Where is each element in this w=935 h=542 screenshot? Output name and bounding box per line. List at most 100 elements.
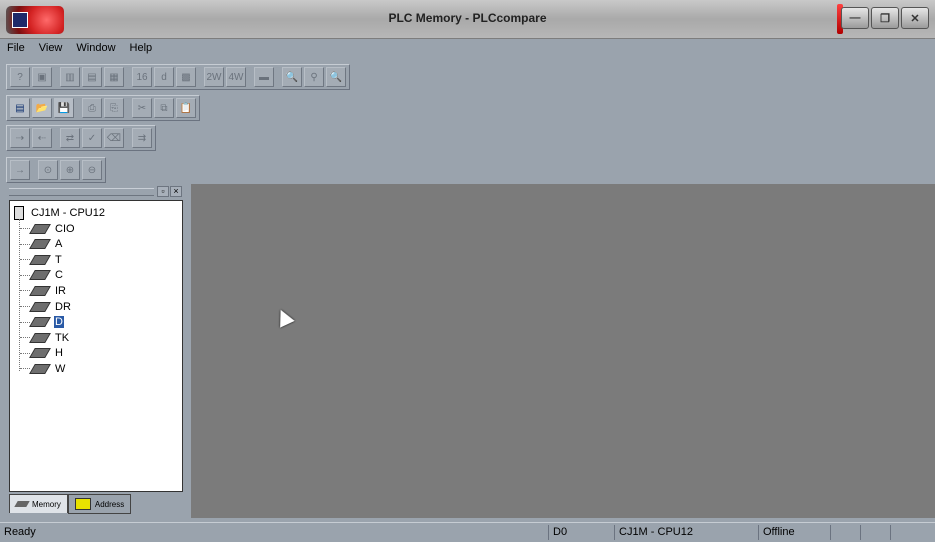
menu-file[interactable]: File <box>0 39 32 59</box>
dec-button[interactable]: d <box>154 67 174 87</box>
panel-header[interactable]: ▫ × <box>5 184 187 198</box>
preview-icon: ⎘ <box>110 102 118 114</box>
plc-button[interactable]: ▣ <box>32 67 52 87</box>
memory-chip-icon <box>29 332 51 343</box>
4w-button[interactable]: 4W <box>226 67 246 87</box>
memory-tree[interactable]: CJ1M - CPU12 CIO A T C IR DR D TK H W <box>9 200 183 492</box>
memory-chip-icon <box>29 223 51 234</box>
word-button[interactable]: ▦ <box>104 67 124 87</box>
project-panel: ▫ × CJ1M - CPU12 CIO A T C IR DR D TK H W Memory … <box>5 184 187 518</box>
zoom-in-button[interactable]: 🔍 <box>282 67 302 87</box>
mdi-workspace[interactable] <box>191 184 935 518</box>
save-button[interactable]: 💾 <box>54 98 74 118</box>
tab-memory[interactable]: Memory <box>9 494 68 513</box>
copy-button[interactable]: ⧉ <box>154 98 174 118</box>
tree-item-label: DR <box>55 300 71 313</box>
hex-icon: ▩ <box>181 71 191 83</box>
force-reset-button[interactable]: ⊖ <box>82 160 102 180</box>
close-button[interactable]: ✕ <box>901 7 929 29</box>
status-area: D0 <box>548 525 613 540</box>
tree-item-cio[interactable]: CIO <box>29 221 76 236</box>
menu-view[interactable]: View <box>32 39 70 59</box>
tree-item-w[interactable]: W <box>29 361 66 376</box>
go-online-icon: → <box>15 164 25 176</box>
2w-button[interactable]: 2W <box>204 67 224 87</box>
hex-button[interactable]: ▩ <box>176 67 196 87</box>
cut-button[interactable]: ✂ <box>132 98 152 118</box>
ch-icon: ▥ <box>65 71 75 83</box>
copy-icon: ⧉ <box>160 102 168 114</box>
force-set-button[interactable]: ⊕ <box>60 160 80 180</box>
fill-icon: ▬ <box>259 71 269 83</box>
new-project-icon: ▤ <box>15 102 25 114</box>
tab-memory-label: Memory <box>32 499 61 509</box>
force-reset-icon: ⊖ <box>87 164 97 176</box>
tree-item-label: C <box>55 269 63 282</box>
bit-button[interactable]: ▤ <box>82 67 102 87</box>
memory-chip-icon <box>29 285 51 296</box>
status-device: CJ1M - CPU12 <box>614 525 757 540</box>
transfer-from-plc-button[interactable]: ⇠ <box>32 128 52 148</box>
tree-item-d[interactable]: D <box>29 315 64 330</box>
online-button[interactable]: ⇉ <box>132 128 152 148</box>
compare-icon: ⚲ <box>310 71 318 83</box>
panel-close-button[interactable]: × <box>170 186 182 197</box>
memory-chip-icon <box>29 363 51 374</box>
restore-button[interactable]: ❐ <box>871 7 899 29</box>
tab-address-label: Address <box>94 499 125 509</box>
menu-window[interactable]: Window <box>69 39 122 59</box>
preview-button[interactable]: ⎘ <box>104 98 124 118</box>
memory-chip-icon <box>29 317 51 328</box>
fill-button[interactable]: ▬ <box>254 67 274 87</box>
tree-item-ir[interactable]: IR <box>29 283 67 298</box>
verify-button[interactable]: ✓ <box>82 128 102 148</box>
print-button[interactable]: ⎙ <box>82 98 102 118</box>
transfer-to-plc-button[interactable]: ⇢ <box>10 128 30 148</box>
tab-address[interactable]: Address <box>67 494 132 514</box>
2w-icon: 2W <box>206 71 222 83</box>
panel-restore-button[interactable]: ▫ <box>157 186 169 197</box>
memory-chip-icon <box>29 348 51 359</box>
toolbar-transfer: ⇢ ⇠ ⇄ ✓ ⌫ ⇉ <box>6 125 156 151</box>
compare-plc-icon: ⇄ <box>65 132 75 144</box>
tree-item-label: IR <box>55 284 66 297</box>
memory-chip-icon <box>29 254 51 265</box>
memory-chip-icon <box>29 270 51 281</box>
4w-icon: 4W <box>228 71 244 83</box>
cut-icon: ✂ <box>137 102 147 114</box>
go-online-button[interactable]: → <box>10 160 30 180</box>
monitor-icon: ? <box>17 71 23 83</box>
minimize-button[interactable]: — <box>841 7 869 29</box>
tree-item-dr[interactable]: DR <box>29 299 72 314</box>
tree-item-c[interactable]: C <box>29 268 64 283</box>
new-project-button[interactable]: ▤ <box>10 98 30 118</box>
monitor-button[interactable]: ? <box>10 67 30 87</box>
dec-icon: d <box>161 71 167 83</box>
paste-button[interactable]: 📋 <box>176 98 196 118</box>
force-set-icon: ⊕ <box>65 164 75 176</box>
menu-help[interactable]: Help <box>123 39 160 59</box>
tree-item-t[interactable]: T <box>29 252 63 267</box>
window-title: PLC Memory - PLCcompare <box>388 11 547 25</box>
tree-item-label: W <box>55 362 66 375</box>
ch-button[interactable]: ▥ <box>60 67 80 87</box>
bit-icon: ▤ <box>87 71 97 83</box>
find-button[interactable]: 🔍 <box>326 67 346 87</box>
clear-button[interactable]: ⌫ <box>104 128 124 148</box>
tree-item-label: D <box>54 316 64 329</box>
tree-item-h[interactable]: H <box>29 346 64 361</box>
tree-root[interactable]: CJ1M - CPU12 <box>14 205 106 220</box>
compare-button[interactable]: ⚲ <box>304 67 324 87</box>
tree-item-a[interactable]: A <box>29 237 63 252</box>
status-bar: Ready D0 CJ1M - CPU12 Offline <box>0 522 935 542</box>
open-button[interactable]: 📂 <box>32 98 52 118</box>
panel-tabs: Memory Address <box>9 494 132 514</box>
tree-item-tk[interactable]: TK <box>29 330 70 345</box>
monitor-mode-button[interactable]: ⊙ <box>38 160 58 180</box>
menu-bar: File View Window Help <box>0 39 935 59</box>
status-message: Ready <box>4 526 36 538</box>
monitor-mode-icon: ⊙ <box>43 164 53 176</box>
compare-plc-button[interactable]: ⇄ <box>60 128 80 148</box>
toolbar-standard: ▤ 📂 💾 ⎙ ⎘ ✂ ⧉ 📋 <box>6 95 200 121</box>
bin-button[interactable]: 16 <box>132 67 152 87</box>
